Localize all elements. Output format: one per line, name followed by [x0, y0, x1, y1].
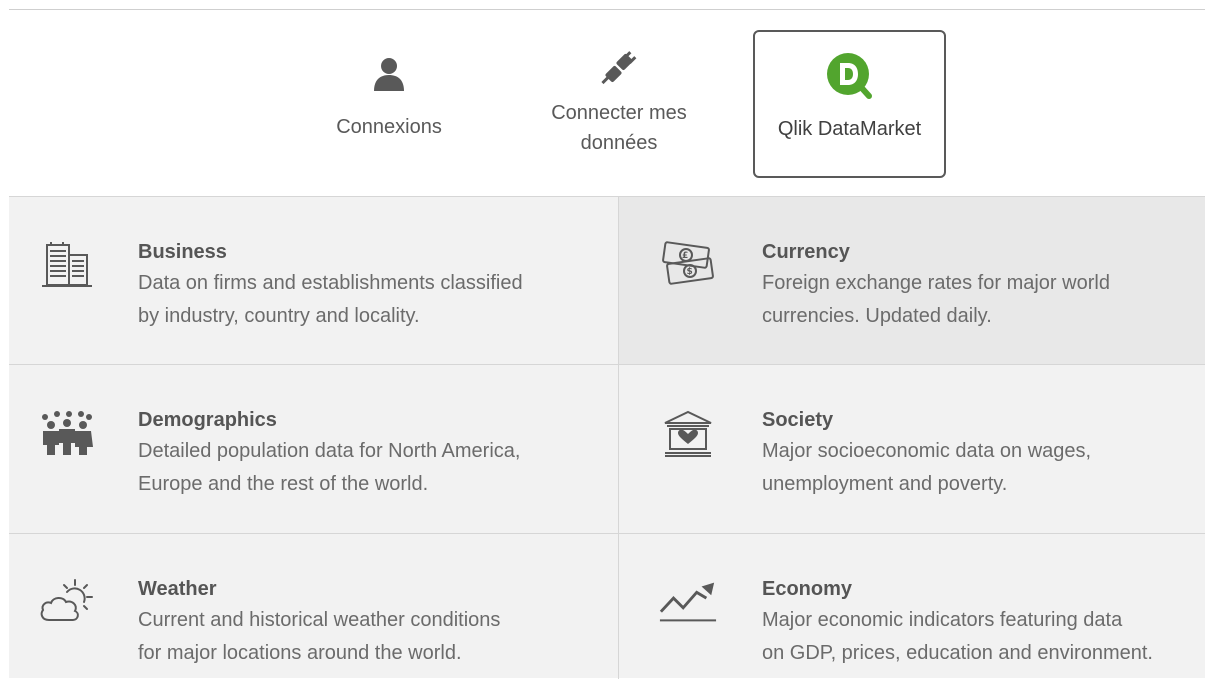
- category-desc-line1: Major socioeconomic data on wages,: [762, 440, 1092, 462]
- grid-divider-horizontal: [9, 364, 1205, 365]
- category-desc-line1: Foreign exchange rates for major world: [762, 272, 1110, 294]
- grid-divider-horizontal: [9, 533, 1205, 534]
- tab-qlik-datamarket-label: Qlik DataMarket: [777, 118, 922, 140]
- category-title: Business: [138, 241, 227, 263]
- category-desc-line2: unemployment and poverty.: [762, 473, 1008, 495]
- grid-divider-vertical: [618, 197, 619, 679]
- category-desc-line2: Europe and the rest of the world.: [138, 473, 429, 495]
- category-desc-line2: on GDP, prices, education and environmen…: [762, 642, 1153, 664]
- category-economy[interactable]: Economy Major economic indicators featur…: [618, 534, 1205, 679]
- institution-heart-icon: [658, 409, 718, 469]
- trend-up-icon: [658, 578, 718, 638]
- category-desc-line2: for major locations around the world.: [138, 642, 462, 664]
- category-business[interactable]: Business Data on firms and establishment…: [9, 197, 618, 365]
- category-desc-line1: Detailed population data for North Ameri…: [138, 440, 521, 462]
- plug-icon: [599, 30, 639, 98]
- svg-text:$: $: [687, 267, 693, 277]
- building-icon: [37, 241, 97, 301]
- category-desc-line2: currencies. Updated daily.: [762, 305, 992, 327]
- category-title: Currency: [762, 241, 850, 263]
- category-demographics[interactable]: Demographics Detailed population data fo…: [9, 365, 618, 533]
- user-icon: [373, 30, 405, 108]
- category-grid: Business Data on firms and establishment…: [9, 196, 1205, 679]
- category-desc-line2: by industry, country and locality.: [138, 305, 420, 327]
- qlik-datamarket-logo-icon: [825, 32, 875, 106]
- tab-connections-label: Connexions: [336, 116, 442, 138]
- category-currency[interactable]: £ $ Currency Foreign exchange rates for m…: [618, 197, 1205, 365]
- tab-connect-data-label-line2: données: [580, 132, 658, 154]
- svg-text:£: £: [682, 251, 688, 261]
- banknotes-icon: £ $: [658, 241, 718, 301]
- category-weather[interactable]: Weather Current and historical weather c…: [9, 534, 618, 679]
- category-society[interactable]: Society Major socioeconomic data on wage…: [618, 365, 1205, 533]
- people-icon: [37, 409, 97, 469]
- tab-connect-my-data[interactable]: Connecter mes données: [530, 30, 708, 178]
- category-desc-line1: Major economic indicators featuring data: [762, 609, 1123, 631]
- category-desc-line1: Data on firms and establishments classif…: [138, 272, 523, 294]
- cloud-sun-icon: [37, 578, 97, 638]
- category-title: Weather: [138, 578, 217, 600]
- tab-connect-data-label-line1: Connecter mes: [551, 102, 687, 124]
- source-tabbar: Connexions Connecter mes données Qlik Da…: [0, 10, 1205, 196]
- category-desc-line1: Current and historical weather condition…: [138, 609, 501, 631]
- tab-qlik-datamarket[interactable]: Qlik DataMarket: [753, 30, 946, 178]
- category-title: Demographics: [138, 409, 277, 431]
- category-title: Economy: [762, 578, 853, 600]
- category-title: Society: [762, 409, 834, 431]
- tab-connections[interactable]: Connexions: [314, 30, 464, 178]
